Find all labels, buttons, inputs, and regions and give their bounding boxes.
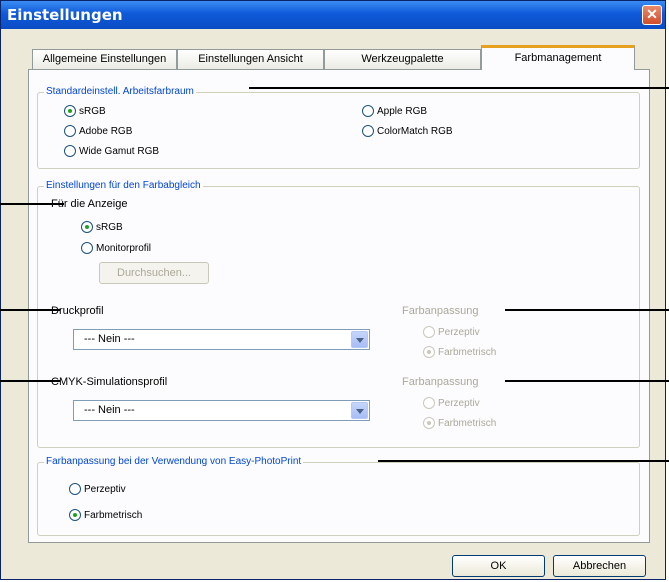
close-icon[interactable]: ✕ xyxy=(642,5,662,25)
radio-label: Farbmetrisch xyxy=(438,346,497,358)
print-profile-select[interactable]: --- Nein --- xyxy=(73,329,370,350)
radio-workspace-srgb[interactable]: sRGB xyxy=(64,103,106,119)
radio-print-farbmetrisch[interactable]: Farbmetrisch xyxy=(423,344,496,360)
radio-label: sRGB xyxy=(79,105,106,117)
radio-button-icon xyxy=(69,483,81,495)
radio-label: Perzeptiv xyxy=(438,397,480,409)
radio-button-icon xyxy=(423,346,435,358)
radio-button-icon xyxy=(64,105,76,117)
farbmanagement-panel: Standardeinstell. Arbeitsfarbraum sRGB A… xyxy=(28,69,650,543)
radio-cmyk-farbmetrisch[interactable]: Farbmetrisch xyxy=(423,415,496,431)
radio-display-monitorprofil[interactable]: Monitorprofil xyxy=(81,240,151,256)
radio-button-icon xyxy=(64,145,76,157)
cmyk-profile-label: CMYK-Simulationsprofil xyxy=(51,376,168,388)
callout-line xyxy=(0,380,60,382)
print-profile-label: Druckprofil xyxy=(51,305,104,317)
radio-label: Adobe RGB xyxy=(79,125,133,137)
radio-label: Perzeptiv xyxy=(84,483,126,495)
radio-label: Farbmetrisch xyxy=(84,509,143,521)
workspace-legend: Standardeinstell. Arbeitsfarbraum xyxy=(44,86,196,97)
radio-button-icon xyxy=(81,221,93,233)
radio-label: sRGB xyxy=(96,221,123,233)
radio-workspace-colormatch-rgb[interactable]: ColorMatch RGB xyxy=(362,123,453,139)
radio-button-icon xyxy=(423,417,435,429)
radio-button-icon xyxy=(423,326,435,338)
tab-werkzeugpalette[interactable]: Werkzeugpalette xyxy=(324,49,481,69)
cmyk-intent-label: Farbanpassung xyxy=(402,376,479,388)
title-bar[interactable]: Einstellungen ✕ xyxy=(1,1,665,29)
radio-button-icon xyxy=(423,397,435,409)
tab-einstellungen-ansicht[interactable]: Einstellungen Ansicht xyxy=(177,49,324,69)
chevron-down-icon[interactable] xyxy=(351,402,368,419)
radio-workspace-apple-rgb[interactable]: Apple RGB xyxy=(362,103,427,119)
callout-line xyxy=(249,87,669,89)
radio-display-srgb[interactable]: sRGB xyxy=(81,219,123,235)
radio-label: Wide Gamut RGB xyxy=(79,145,160,157)
easy-photoprint-legend: Farbanpassung bei der Verwendung von Eas… xyxy=(44,456,304,467)
radio-button-icon xyxy=(362,125,374,137)
radio-cmyk-perzeptiv[interactable]: Perzeptiv xyxy=(423,395,480,411)
radio-label: ColorMatch RGB xyxy=(377,125,453,137)
radio-label: Apple RGB xyxy=(377,105,428,117)
window-title: Einstellungen xyxy=(7,6,123,24)
chevron-down-icon[interactable] xyxy=(351,331,368,348)
radio-workspace-adobe-rgb[interactable]: Adobe RGB xyxy=(64,123,132,139)
radio-button-icon xyxy=(362,105,374,117)
radio-button-icon xyxy=(64,125,76,137)
radio-button-icon xyxy=(69,509,81,521)
browse-button[interactable]: Durchsuchen... xyxy=(99,262,209,284)
radio-print-perzeptiv[interactable]: Perzeptiv xyxy=(423,324,480,340)
cancel-button[interactable]: Abbrechen xyxy=(553,555,646,577)
radio-label: Perzeptiv xyxy=(438,326,480,338)
callout-line xyxy=(378,460,669,462)
radio-label: Farbmetrisch xyxy=(438,417,497,429)
cmyk-profile-select[interactable]: --- Nein --- xyxy=(73,400,370,421)
radio-easy-farbmetrisch[interactable]: Farbmetrisch xyxy=(69,507,142,523)
tab-allgemeine-einstellungen[interactable]: Allgemeine Einstellungen xyxy=(32,49,177,69)
callout-line xyxy=(0,203,64,205)
select-value: --- Nein --- xyxy=(84,333,135,345)
matching-legend: Einstellungen für den Farbabgleich xyxy=(44,180,203,191)
radio-workspace-wide-gamut-rgb[interactable]: Wide Gamut RGB xyxy=(64,143,159,159)
easy-photoprint-group xyxy=(37,462,640,536)
select-value: --- Nein --- xyxy=(84,404,135,416)
callout-line xyxy=(505,309,669,311)
radio-label: Monitorprofil xyxy=(96,242,152,254)
print-intent-label: Farbanpassung xyxy=(402,305,479,317)
radio-easy-perzeptiv[interactable]: Perzeptiv xyxy=(69,481,126,497)
callout-line xyxy=(505,380,669,382)
callout-line xyxy=(0,309,60,311)
ok-button[interactable]: OK xyxy=(452,555,545,577)
radio-button-icon xyxy=(81,242,93,254)
tab-farbmanagement[interactable]: Farbmanagement xyxy=(481,45,635,70)
